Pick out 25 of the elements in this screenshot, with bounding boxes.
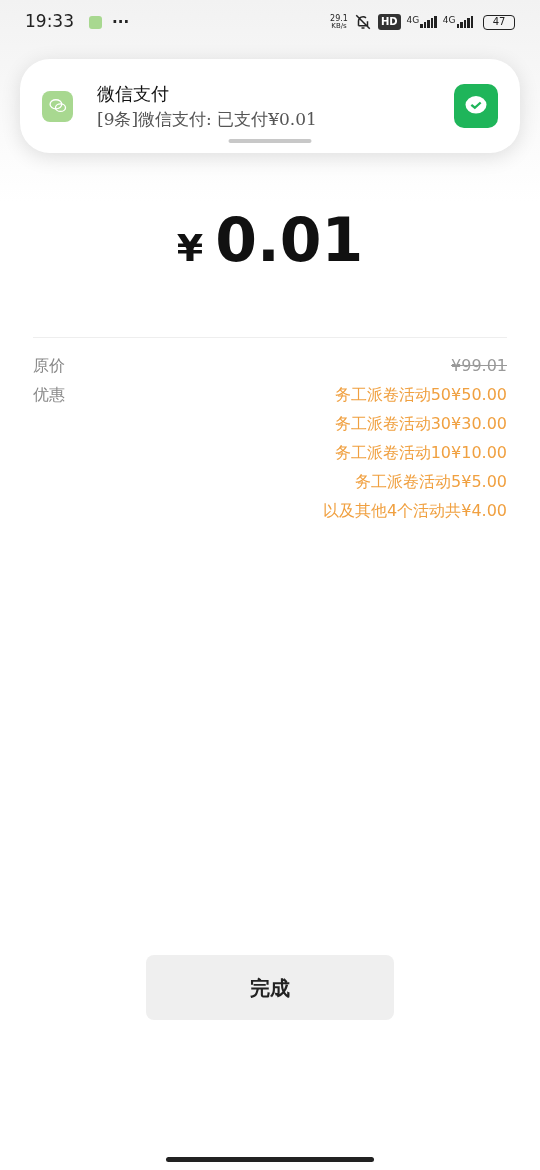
network-speed: 29.1	[330, 14, 348, 23]
notification-body: [9条]微信支付: 已支付¥0.01	[97, 107, 317, 131]
detail-label: 优惠	[33, 384, 65, 406]
detail-label: 原价	[33, 355, 65, 377]
detail-value: 务工派卷活动50¥50.00	[334, 384, 507, 406]
detail-value: 务工派卷活动10¥10.00	[334, 442, 507, 464]
detail-value: 务工派卷活动30¥30.00	[334, 413, 507, 435]
detail-value: 以及其他4个活动共¥4.00	[323, 500, 507, 522]
notification-card[interactable]: 微信支付 [9条]微信支付: 已支付¥0.01	[20, 59, 520, 153]
status-time: 19:33	[25, 10, 74, 34]
done-button[interactable]: 完成	[146, 955, 394, 1020]
detail-value: 务工派卷活动5¥5.00	[355, 471, 507, 493]
home-indicator[interactable]	[166, 1157, 374, 1162]
currency-symbol: ¥	[176, 225, 204, 272]
payment-amount: 0.01	[215, 204, 364, 277]
bell-muted-icon	[353, 13, 372, 31]
detail-value: ¥99.01	[451, 355, 507, 377]
more-indicator: ···	[112, 11, 130, 33]
wechat-pay-icon	[454, 84, 498, 128]
app-notification-icon	[89, 15, 102, 29]
wechat-app-icon	[42, 90, 73, 122]
battery-icon: 47	[483, 14, 515, 30]
notification-title: 微信支付	[97, 81, 170, 106]
drag-handle[interactable]	[228, 139, 312, 143]
hd-badge: HD	[377, 14, 401, 30]
